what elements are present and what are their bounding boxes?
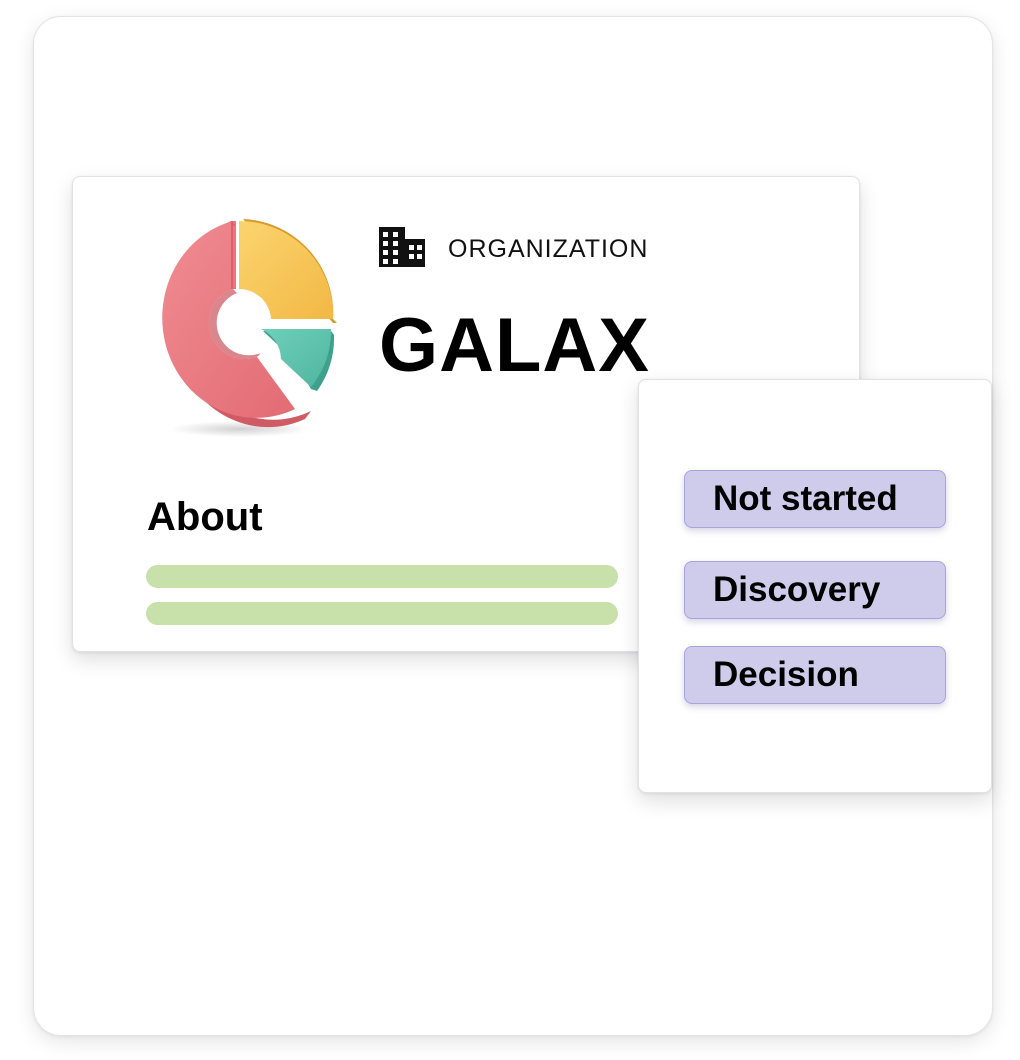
donut-chart-logo-icon xyxy=(162,219,337,437)
building-icon xyxy=(379,227,425,267)
about-placeholder-line xyxy=(146,565,618,588)
about-heading: About xyxy=(147,495,263,539)
status-not-started-button[interactable]: Not started xyxy=(684,470,946,528)
about-placeholder-line xyxy=(146,602,618,625)
status-decision-button[interactable]: Decision xyxy=(684,646,946,704)
status-panel: Not started Discovery Decision xyxy=(638,379,992,793)
status-discovery-button[interactable]: Discovery xyxy=(684,561,946,619)
organization-name: GALAX xyxy=(379,303,650,388)
organization-type-label: ORGANIZATION xyxy=(448,235,649,263)
